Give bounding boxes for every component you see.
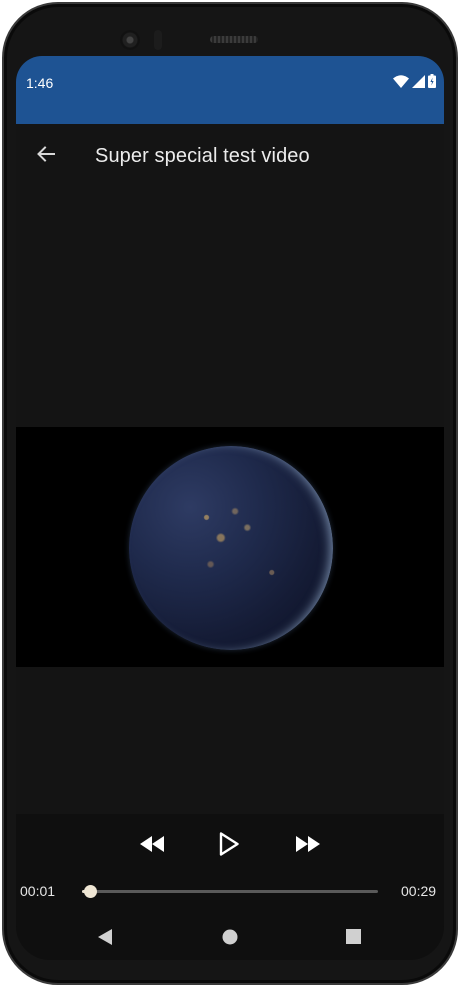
- screen: 1:46 Super special test video 00:01 00:2…: [16, 56, 444, 960]
- status-bar: 1:46: [16, 56, 444, 124]
- nav-back-button[interactable]: [88, 922, 122, 956]
- elapsed-time: 00:01: [20, 883, 56, 899]
- fast-forward-button[interactable]: [288, 826, 328, 866]
- play-icon: [219, 831, 239, 861]
- fast-forward-icon: [295, 835, 321, 858]
- play-button[interactable]: [209, 826, 249, 866]
- video-surface[interactable]: [16, 427, 444, 667]
- rewind-button[interactable]: [132, 826, 172, 866]
- rewind-icon: [139, 835, 165, 858]
- back-button[interactable]: [30, 140, 62, 172]
- recents-square-icon: [345, 929, 361, 949]
- system-nav-bar: [16, 918, 444, 960]
- app-bar: Super special test video: [16, 124, 444, 188]
- arrow-left-icon: [36, 144, 56, 169]
- duration-time: 00:29: [401, 883, 437, 899]
- player-controls: 00:01 00:29: [16, 814, 444, 918]
- cell-signal-icon: [412, 74, 425, 93]
- battery-icon: [428, 74, 436, 93]
- seek-thumb[interactable]: [84, 885, 98, 898]
- front-camera: [120, 30, 140, 50]
- earpiece-speaker: [210, 36, 258, 43]
- status-time: 1:46: [26, 75, 54, 91]
- nav-recents-button[interactable]: [336, 922, 370, 956]
- nav-home-button[interactable]: [213, 922, 247, 956]
- back-triangle-icon: [97, 928, 113, 951]
- video-frame-earth: [129, 446, 333, 650]
- page-title: Super special test video: [95, 145, 310, 167]
- seek-bar[interactable]: [82, 885, 378, 898]
- proximity-sensor: [154, 30, 162, 50]
- wifi-icon: [393, 74, 409, 93]
- status-icons: [393, 74, 436, 93]
- home-circle-icon: [222, 929, 238, 950]
